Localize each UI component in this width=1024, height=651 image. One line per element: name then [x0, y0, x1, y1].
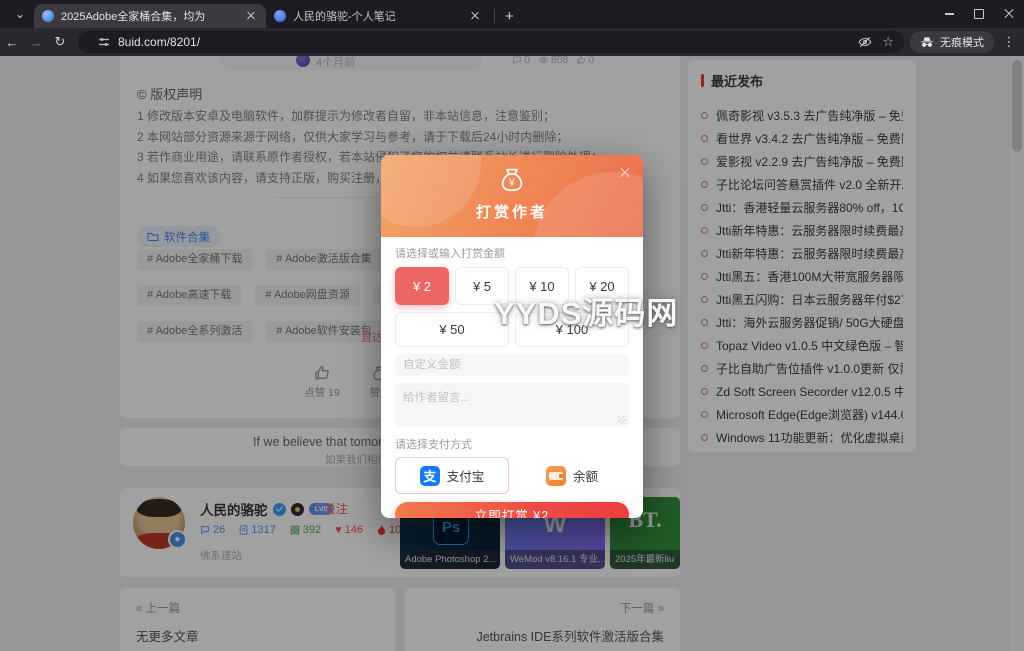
amount-option-50[interactable]: ¥ 50 — [395, 312, 509, 347]
payment-option-balance[interactable]: 余额 — [515, 457, 629, 494]
incognito-label: 无痕模式 — [940, 34, 984, 50]
message-field-wrap — [395, 383, 629, 427]
maximize-button[interactable] — [964, 0, 994, 28]
tab-adobe-collection[interactable]: 2025Adobe全家桶合集，均为 — [34, 4, 266, 28]
site-info-icon[interactable] — [98, 36, 110, 48]
forward-button[interactable]: → — [24, 35, 48, 50]
address-bar[interactable]: 8uid.com/8201/ ☆ — [78, 31, 904, 53]
custom-amount-input[interactable] — [395, 354, 629, 376]
message-input[interactable] — [395, 383, 629, 427]
tab-divider — [494, 9, 495, 23]
minimize-button[interactable] — [934, 0, 964, 28]
tab-title: 人民的骆驼-个人笔记 — [293, 8, 462, 24]
alipay-icon: 支 — [420, 466, 440, 486]
incognito-badge: 无痕模式 — [910, 31, 994, 53]
wallet-icon — [546, 466, 566, 486]
tip-modal: ¥ 打赏作者 请选择或输入打赏金额 ¥ 2 ¥ 5 ¥ 10 ¥ 20 ¥ 50… — [381, 155, 643, 518]
bookmark-star-icon[interactable]: ☆ — [882, 34, 894, 50]
tab-camel-notes[interactable]: 人民的骆驼-个人笔记 — [266, 4, 490, 28]
window-close-button[interactable] — [994, 0, 1024, 28]
incognito-icon — [920, 36, 934, 48]
payment-options: 支 支付宝 余额 — [395, 457, 629, 494]
tab-close-icon[interactable] — [244, 9, 258, 23]
watermark: YYDS源码网 — [494, 288, 678, 333]
modal-close-icon[interactable] — [618, 166, 632, 180]
svg-text:¥: ¥ — [508, 177, 515, 189]
modal-title: 打赏作者 — [381, 201, 643, 222]
tab-search-button[interactable]: ⌄ — [10, 4, 30, 24]
tab-strip: ⌄ 2025Adobe全家桶合集，均为 人民的骆驼-个人笔记 + — [0, 0, 1024, 28]
payment-label: 请选择支付方式 — [395, 436, 629, 450]
site-favicon — [42, 10, 54, 22]
amount-label: 请选择或输入打赏金额 — [395, 245, 629, 259]
site-favicon — [274, 10, 286, 22]
menu-button[interactable]: ⋮ — [998, 34, 1020, 50]
window-controls — [934, 0, 1024, 28]
modal-header: ¥ 打赏作者 — [381, 155, 643, 237]
tab-close-icon[interactable] — [468, 9, 482, 23]
payment-option-alipay[interactable]: 支 支付宝 — [395, 457, 509, 494]
chevron-down-icon: ⌄ — [15, 7, 25, 21]
money-bag-icon: ¥ — [497, 164, 527, 194]
new-tab-button[interactable]: + — [499, 8, 520, 25]
url-text[interactable]: 8uid.com/8201/ — [118, 35, 848, 49]
eye-off-icon[interactable] — [858, 35, 872, 49]
tab-title: 2025Adobe全家桶合集，均为 — [61, 8, 238, 24]
amount-option-2[interactable]: ¥ 2 — [395, 267, 449, 305]
browser-window: ⌄ 2025Adobe全家桶合集，均为 人民的骆驼-个人笔记 + ← → ↻ — [0, 0, 1024, 651]
submit-tip-button[interactable]: 立即打赏 ¥2 — [395, 502, 629, 518]
reload-button[interactable]: ↻ — [48, 34, 72, 50]
browser-toolbar: ← → ↻ 8uid.com/8201/ ☆ — [0, 28, 1024, 56]
back-button[interactable]: ← — [0, 35, 24, 50]
